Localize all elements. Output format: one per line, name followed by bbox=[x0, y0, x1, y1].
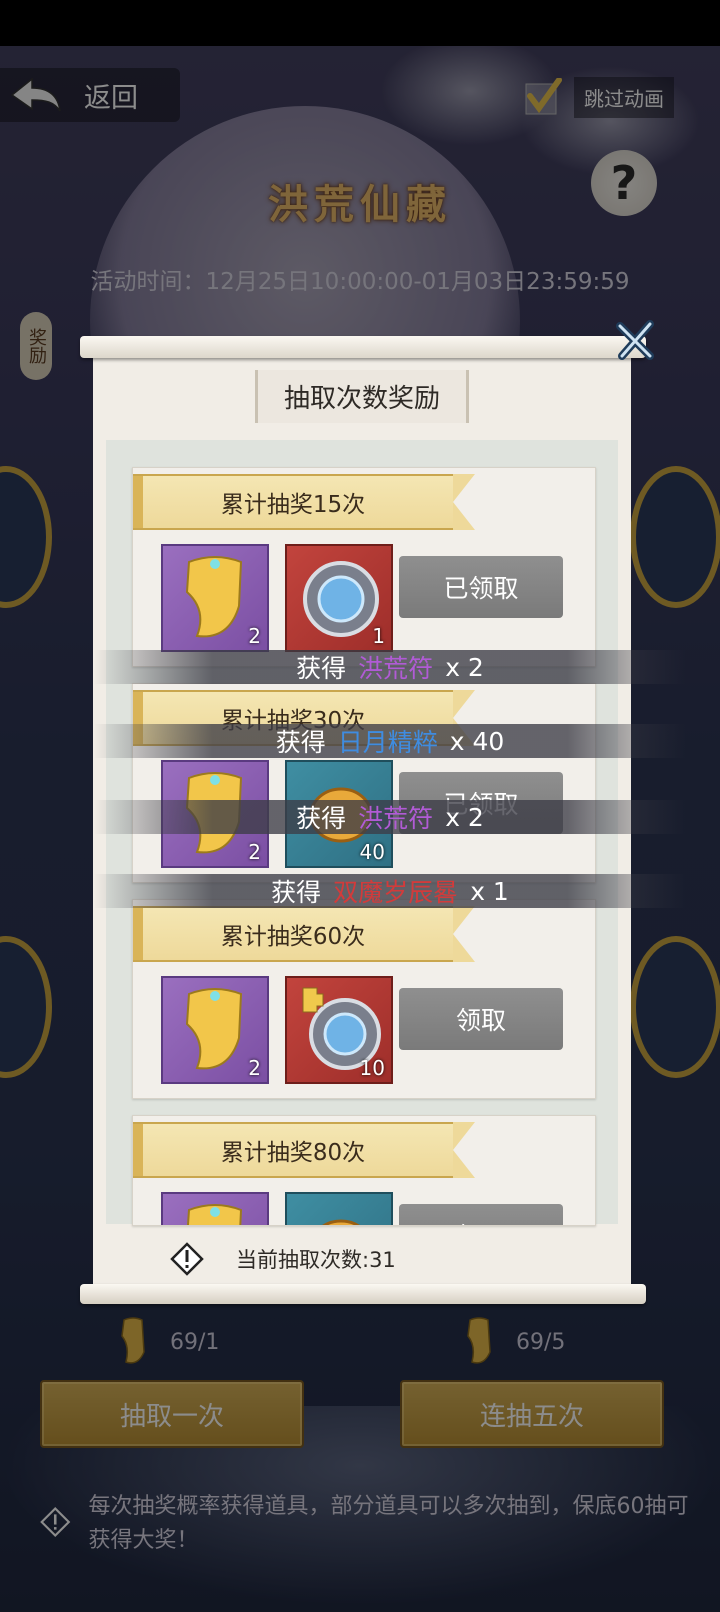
reward-item[interactable] bbox=[285, 1192, 393, 1225]
toast-prefix: 获得 bbox=[296, 654, 347, 683]
toast-prefix: 获得 bbox=[275, 728, 326, 757]
item-quantity: 2 bbox=[248, 1056, 261, 1080]
current-count-bar: 当前抽取次数:31 bbox=[106, 1236, 618, 1282]
toast-suffix: x 2 bbox=[445, 802, 484, 832]
close-icon[interactable] bbox=[614, 318, 658, 362]
item-quantity: 40 bbox=[359, 840, 385, 864]
toast-item-name: 日月精粹 bbox=[337, 728, 438, 757]
reward-item[interactable]: 2 bbox=[161, 976, 269, 1084]
claimed-button[interactable]: 已领取 bbox=[399, 556, 563, 618]
honghuang-talisman-icon bbox=[186, 1204, 243, 1225]
claim-button[interactable]: 领取 bbox=[399, 1204, 563, 1225]
scroll-rod-top bbox=[80, 336, 646, 358]
reward-tier-card: 累计抽奖15次 2 1 已领取 bbox=[132, 467, 596, 667]
honghuang-talisman-icon bbox=[185, 556, 243, 638]
reward-tier-card: 累计抽奖80次 领取 bbox=[132, 1115, 596, 1226]
toast-prefix: 获得 bbox=[296, 804, 347, 833]
popup-title-wrap: 抽取次数奖励 bbox=[93, 370, 631, 423]
scroll-rod-bottom bbox=[80, 1284, 646, 1304]
item-quantity: 10 bbox=[359, 1056, 385, 1080]
reward-toast: 获得 洪荒符 x 2 bbox=[94, 800, 686, 834]
tier-label: 累计抽奖60次 bbox=[133, 906, 453, 962]
warning-diamond-icon bbox=[170, 1242, 204, 1276]
toast-item-name: 双魔岁辰晷 bbox=[333, 878, 459, 907]
reward-tier-card: 累计抽奖60次 2 10 领取 bbox=[132, 899, 596, 1099]
reward-item[interactable]: 2 bbox=[161, 544, 269, 652]
reward-item[interactable]: 10 bbox=[285, 976, 393, 1084]
toast-suffix: x 2 bbox=[445, 652, 484, 682]
toast-item-name: 洪荒符 bbox=[358, 654, 434, 683]
toast-suffix: x 40 bbox=[449, 726, 505, 756]
toast-item-name: 洪荒符 bbox=[358, 804, 434, 833]
item-quantity: 2 bbox=[248, 624, 261, 648]
current-count: 当前抽取次数:31 bbox=[236, 1248, 396, 1272]
reward-toast: 获得 双魔岁辰晷 x 1 bbox=[94, 874, 686, 908]
toast-prefix: 获得 bbox=[271, 878, 322, 907]
crystal-wheel-icon bbox=[303, 561, 379, 637]
essence-orb-icon bbox=[322, 1219, 360, 1225]
status-bar bbox=[0, 0, 720, 46]
reward-tier-card: 累计抽奖30次 2 40 已领取 bbox=[132, 683, 596, 883]
item-quantity: 2 bbox=[248, 840, 261, 864]
toast-suffix: x 1 bbox=[470, 876, 509, 906]
item-quantity: 1 bbox=[372, 624, 385, 648]
tier-label: 累计抽奖80次 bbox=[133, 1122, 453, 1178]
reward-toast: 获得 日月精粹 x 40 bbox=[94, 724, 686, 758]
reward-item[interactable]: 1 bbox=[285, 544, 393, 652]
tier-label: 累计抽奖15次 bbox=[133, 474, 453, 530]
reward-toast: 获得 洪荒符 x 2 bbox=[94, 650, 686, 684]
claim-button[interactable]: 领取 bbox=[399, 988, 563, 1050]
honghuang-talisman-icon bbox=[185, 988, 243, 1070]
reward-item[interactable] bbox=[161, 1192, 269, 1225]
popup-title: 抽取次数奖励 bbox=[254, 370, 469, 423]
